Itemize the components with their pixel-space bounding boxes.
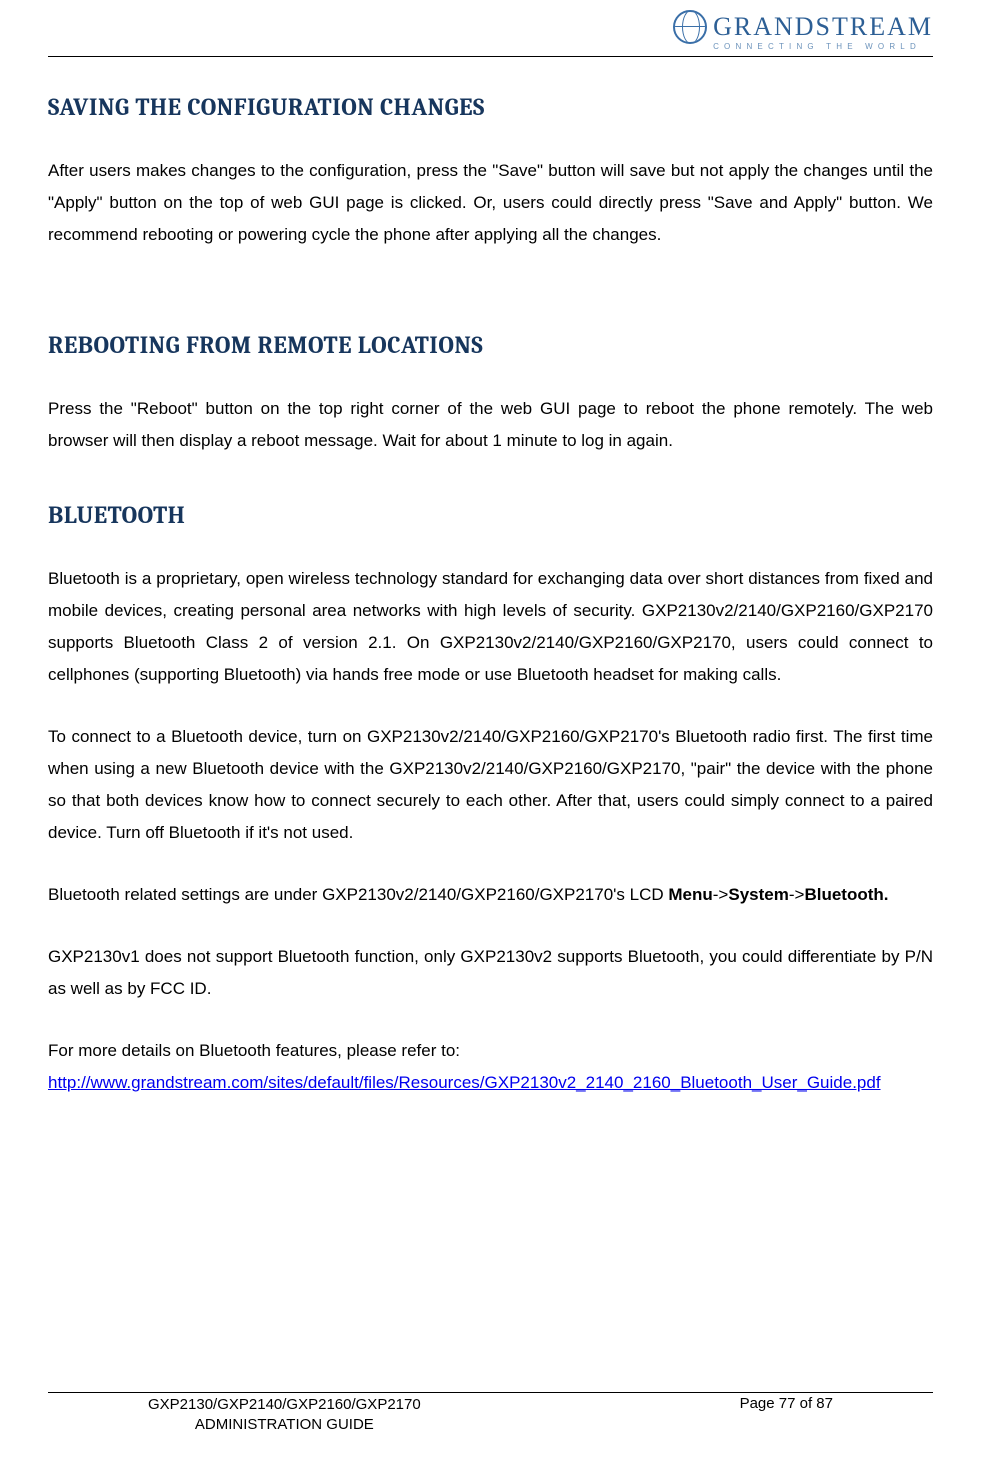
footer-page-number: Page 77 of 87 <box>740 1395 833 1412</box>
menu-path-bluetooth: Bluetooth. <box>804 885 888 904</box>
text-settings-prefix: Bluetooth related settings are under GXP… <box>48 885 668 904</box>
paragraph-bluetooth-5: For more details on Bluetooth features, … <box>48 1035 933 1067</box>
menu-path-arrow: -> <box>789 885 805 904</box>
header-logo: GRANDSTREAM CONNECTING THE WORLD <box>48 10 933 54</box>
paragraph-bluetooth-1: Bluetooth is a proprietary, open wireles… <box>48 563 933 691</box>
paragraph-saving-config: After users makes changes to the configu… <box>48 155 933 251</box>
footer-doc-line1: GXP2130/GXP2140/GXP2160/GXP2170 <box>148 1395 421 1415</box>
heading-saving-config: SAVING THE CONFIGURATION CHANGES <box>48 93 933 121</box>
brand-tagline: CONNECTING THE WORLD <box>673 42 933 51</box>
footer-divider <box>48 1392 933 1393</box>
brand-name: GRANDSTREAM <box>713 12 933 42</box>
globe-icon <box>673 10 707 44</box>
menu-path-arrow: -> <box>713 885 729 904</box>
logo: GRANDSTREAM CONNECTING THE WORLD <box>673 10 933 51</box>
footer-doc-title: GXP2130/GXP2140/GXP2160/GXP2170 ADMINIST… <box>148 1395 421 1435</box>
page-content: SAVING THE CONFIGURATION CHANGES After u… <box>48 57 933 1099</box>
menu-path-menu: Menu <box>668 885 712 904</box>
heading-rebooting: REBOOTING FROM REMOTE LOCATIONS <box>48 331 933 359</box>
paragraph-bluetooth-3: Bluetooth related settings are under GXP… <box>48 879 933 911</box>
bluetooth-guide-link[interactable]: http://www.grandstream.com/sites/default… <box>48 1073 881 1092</box>
menu-path-system: System <box>728 885 788 904</box>
paragraph-rebooting: Press the "Reboot" button on the top rig… <box>48 393 933 457</box>
paragraph-bluetooth-4: GXP2130v1 does not support Bluetooth fun… <box>48 941 933 1005</box>
page-footer: GXP2130/GXP2140/GXP2160/GXP2170 ADMINIST… <box>48 1392 933 1435</box>
footer-doc-line2: ADMINISTRATION GUIDE <box>148 1415 421 1435</box>
heading-bluetooth: BLUETOOTH <box>48 501 933 529</box>
paragraph-bluetooth-2: To connect to a Bluetooth device, turn o… <box>48 721 933 849</box>
